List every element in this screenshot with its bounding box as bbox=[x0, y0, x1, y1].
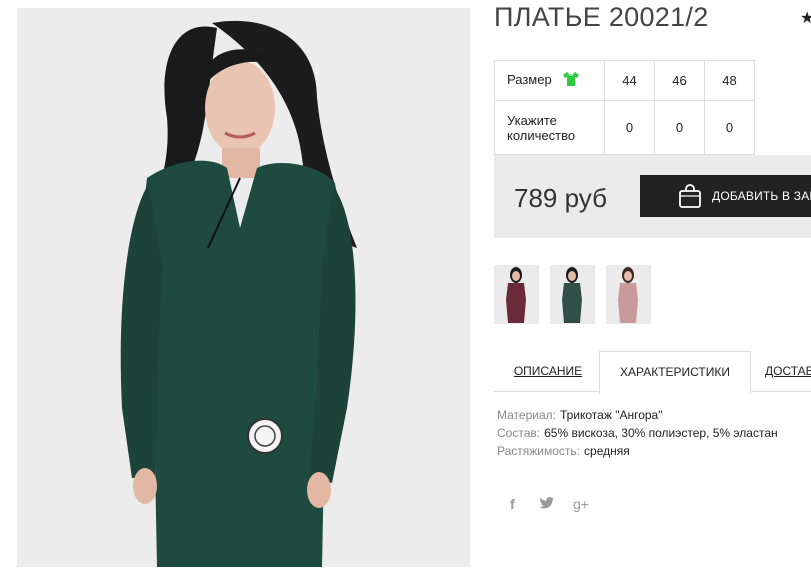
add-to-order-button[interactable]: ДОБАВИТЬ В ЗАКАЗ bbox=[640, 175, 811, 217]
tab-delivery[interactable]: ДОСТАВКА bbox=[765, 351, 811, 391]
star-icon[interactable]: ★ bbox=[800, 8, 811, 28]
google-plus-icon[interactable]: g+ bbox=[573, 496, 589, 512]
add-to-order-label: ДОБАВИТЬ В ЗАКАЗ bbox=[712, 189, 811, 203]
size-chart-icon[interactable] bbox=[563, 72, 580, 89]
spec-value: средняя bbox=[584, 444, 630, 458]
spec-key: Растяжимость: bbox=[497, 444, 581, 458]
thumbnail-pink[interactable] bbox=[606, 265, 651, 324]
spec-row: Растяжимость: средняя bbox=[497, 442, 778, 460]
spec-row: Материал: Трикотаж "Ангора" bbox=[497, 406, 778, 424]
specs-list: Материал: Трикотаж "Ангора" Состав: 65% ви… bbox=[497, 406, 778, 460]
product-main-image[interactable] bbox=[17, 8, 470, 567]
product-title: ПЛАТЬЕ 20021/2 bbox=[494, 2, 709, 32]
twitter-icon[interactable] bbox=[539, 496, 554, 512]
thumbnail-green[interactable] bbox=[550, 265, 595, 324]
spec-value: Трикотаж "Ангора" bbox=[559, 408, 663, 422]
size-header-cell: Размер bbox=[494, 60, 605, 101]
spec-value: 65% вискоза, 30% полиэстер, 5% эластан bbox=[544, 426, 778, 440]
quantity-field[interactable]: 0 bbox=[704, 100, 755, 155]
tab-description[interactable]: ОПИСАНИЕ bbox=[494, 351, 602, 391]
size-label: Размер bbox=[507, 71, 552, 87]
spec-key: Состав: bbox=[497, 426, 541, 440]
size-table: Размер 44 46 48 Укажите количество 0 0 0 bbox=[494, 60, 755, 155]
size-value[interactable]: 46 bbox=[654, 60, 705, 101]
quantity-field[interactable]: 0 bbox=[654, 100, 705, 155]
quantity-field[interactable]: 0 bbox=[604, 100, 655, 155]
purchase-box: 789 руб ДОБАВИТЬ В ЗАКАЗ bbox=[494, 155, 811, 238]
spec-key: Материал: bbox=[497, 408, 556, 422]
size-value[interactable]: 48 bbox=[704, 60, 755, 101]
spec-row: Состав: 65% вискоза, 30% полиэстер, 5% эл… bbox=[497, 424, 778, 442]
quantity-header-cell: Укажите количество bbox=[494, 100, 605, 155]
shopping-bag-icon bbox=[678, 184, 702, 211]
quantity-label: Укажите количество bbox=[507, 112, 576, 143]
size-value[interactable]: 44 bbox=[604, 60, 655, 101]
tab-characteristics[interactable]: ХАРАКТЕРИСТИКИ bbox=[599, 351, 751, 394]
price: 789 руб bbox=[514, 183, 607, 213]
facebook-icon[interactable]: f bbox=[510, 496, 515, 512]
quantity-row: Укажите количество 0 0 0 bbox=[494, 100, 755, 155]
size-row: Размер 44 46 48 bbox=[494, 60, 755, 101]
thumbnail-burgundy[interactable] bbox=[494, 265, 539, 324]
